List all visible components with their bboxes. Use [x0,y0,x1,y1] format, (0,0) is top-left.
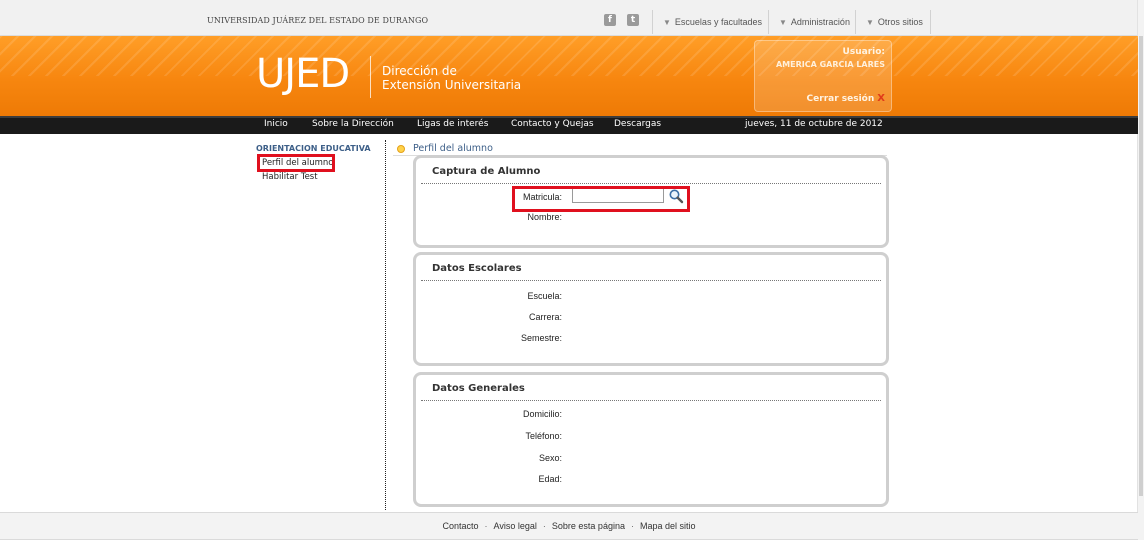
nav-inicio[interactable]: Inicio [264,119,288,129]
footer: Contacto · Aviso legal · Sobre esta página · M… [0,512,1138,540]
panel-divider [421,183,881,184]
chevron-down-icon: ▼ [866,18,874,27]
footer-separator: · [542,521,546,531]
highlight-box-matricula [512,186,690,212]
chevron-down-icon: ▼ [663,18,671,27]
panel-divider [421,280,881,281]
footer-link-aviso-legal[interactable]: Aviso legal [494,521,537,531]
user-name: AMERICA GARCIA LARES [775,60,885,69]
highlight-box-sidebar [257,154,335,172]
panel-datos-escolares: Datos Escolares Escuela: Carrera: Semest… [413,252,889,366]
header-banner: UJED Dirección de Extensión Universitari… [0,36,1138,116]
panel-title: Datos Escolares [432,263,522,274]
panel-title: Captura de Alumno [432,166,541,177]
domicilio-label: Domicilio: [522,409,562,419]
user-box: Usuario: AMERICA GARCIA LARES Cerrar ses… [754,40,892,112]
top-utility-bar: UNIVERSIDAD JUÁREZ DEL ESTADO DE DURANGO… [0,0,1138,36]
breadcrumb-bullet-icon [397,145,405,153]
nav-contacto-y-quejas[interactable]: Contacto y Quejas [511,119,594,129]
footer-link-sobre-esta-pagina[interactable]: Sobre esta página [552,521,625,531]
panel-title: Datos Generales [432,383,525,394]
nombre-label: Nombre: [527,212,562,222]
content-divider [385,140,386,510]
scrollbar-thumb[interactable] [1139,36,1143,496]
carrera-label: Carrera: [528,312,562,322]
ujed-logo[interactable]: UJED [256,50,350,98]
nav-administracion[interactable]: ▼ Administración [768,10,850,34]
footer-link-contacto[interactable]: Contacto [443,521,479,531]
breadcrumb: Perfil del alumno [413,143,493,154]
edad-label: Edad: [538,474,562,484]
panel-divider [421,400,881,401]
nav-descargas[interactable]: Descargas [614,119,661,129]
nav-escuelas-facultades[interactable]: ▼ Escuelas y facultades [652,10,762,34]
main-nav: Inicio Sobre la Dirección Ligas de inter… [0,116,1138,134]
banner-stripes [0,36,1138,76]
telefono-label: Teléfono: [525,431,562,441]
current-date: jueves, 11 de octubre de 2012 [745,119,883,129]
semestre-label: Semestre: [520,333,562,343]
logout-link[interactable]: Cerrar sesión X [807,93,885,104]
sidebar-item-habilitar-test[interactable]: Habilitar Test [262,172,318,182]
logo-divider [370,56,371,98]
department-title: Dirección de Extensión Universitaria [382,64,522,92]
facebook-icon[interactable]: f [604,14,616,26]
close-icon: X [877,93,885,104]
footer-separator: · [484,521,488,531]
panel-datos-generales: Datos Generales Domicilio: Teléfono: Sex… [413,372,889,507]
nav-ligas-de-interes[interactable]: Ligas de interés [417,119,488,129]
university-name[interactable]: UNIVERSIDAD JUÁREZ DEL ESTADO DE DURANGO [207,16,428,25]
nav-sobre-la-direccion[interactable]: Sobre la Dirección [312,119,394,129]
sexo-label: Sexo: [538,453,562,463]
topbar-divider [930,10,931,34]
user-label: Usuario: [842,47,885,57]
footer-link-mapa-del-sitio[interactable]: Mapa del sitio [640,521,696,531]
chevron-down-icon: ▼ [779,18,787,27]
page-scrollbar[interactable] [1137,0,1144,540]
nav-otros-sitios[interactable]: ▼ Otros sitios [855,10,923,34]
footer-separator: · [630,521,634,531]
escuela-label: Escuela: [527,291,562,301]
sidebar-title[interactable]: ORIENTACION EDUCATIVA [256,144,371,153]
twitter-icon[interactable]: t [627,14,639,26]
